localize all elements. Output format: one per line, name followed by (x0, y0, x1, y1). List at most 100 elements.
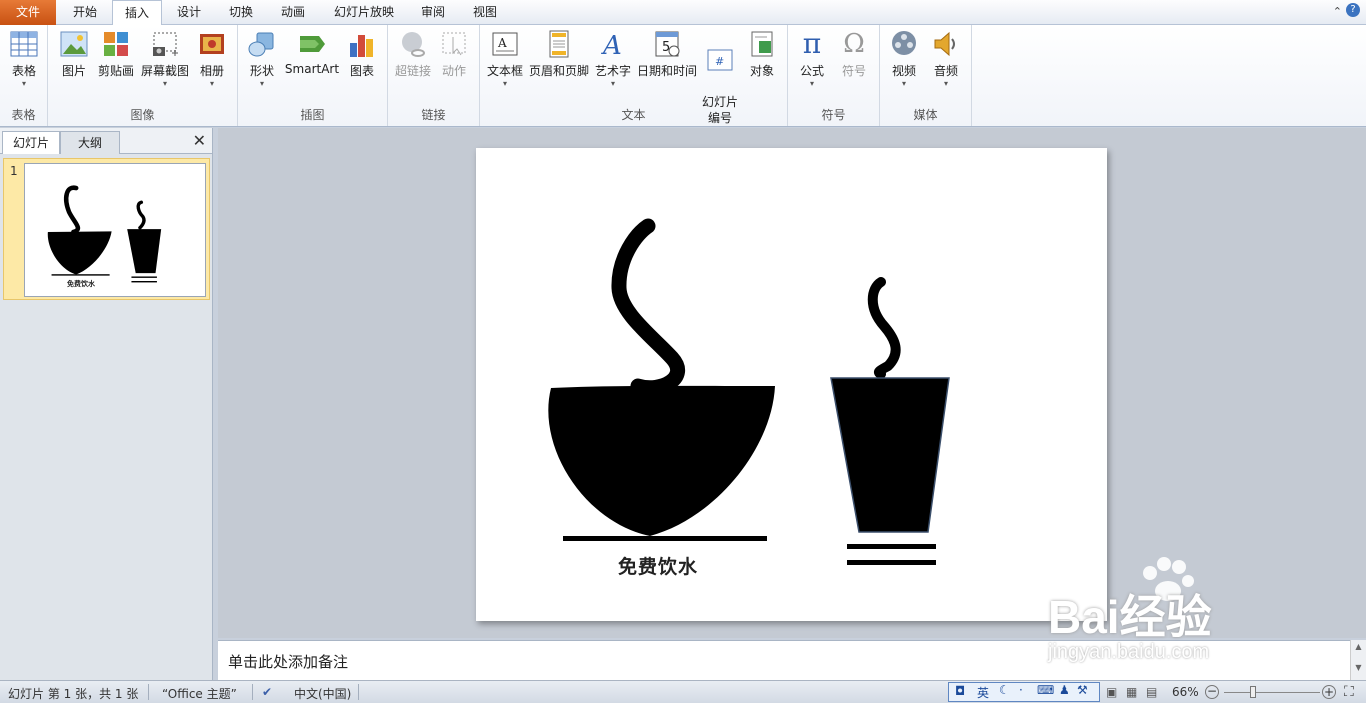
slide-thumbnail[interactable]: 免费饮水 (24, 163, 206, 297)
hyperlink-button[interactable]: 超链接 (392, 29, 434, 79)
slide-number: 1 (10, 164, 18, 178)
shapes-button[interactable]: 形状 ▾ (244, 29, 280, 89)
pi-icon: π (802, 27, 822, 60)
cup-base-line-2[interactable] (847, 560, 936, 565)
screenshot-button[interactable]: 屏幕截图 ▾ (140, 29, 190, 89)
tab-review[interactable]: 审阅 (408, 0, 458, 25)
tab-animations[interactable]: 动画 (268, 0, 318, 25)
tab-slideshow[interactable]: 幻灯片放映 (322, 0, 406, 25)
language-indicator[interactable]: 中文(中国) (294, 685, 351, 702)
hyperlink-icon (398, 29, 428, 59)
omega-icon: Ω (843, 29, 865, 59)
cup-base-line-1[interactable] (847, 544, 936, 549)
ribbon-insert: 表格▾ 表格 图片 剪贴画 屏幕截图▾ 相册▾ 图像 形状▾ Smart (0, 25, 1366, 127)
slide-sorter-icon[interactable]: ▦ (1126, 685, 1137, 699)
object-button[interactable]: 对象 (744, 29, 780, 79)
smartart-icon (297, 29, 327, 59)
zoom-slider-track[interactable] (1224, 692, 1320, 693)
panel-tabs: 幻灯片 大纲 ✕ (0, 128, 212, 154)
scroll-down-icon[interactable]: ▼ (1351, 663, 1366, 672)
shapes-icon (247, 29, 277, 59)
scroll-up-icon[interactable]: ▲ (1351, 642, 1366, 651)
slide-canvas[interactable]: 免费饮水 (476, 148, 1107, 621)
slides-panel: 幻灯片 大纲 ✕ 1 免费饮水 (0, 128, 213, 680)
zoom-out-button[interactable]: − (1205, 685, 1219, 699)
photo-album-icon (197, 29, 227, 59)
header-footer-button[interactable]: 页眉和页脚 (528, 29, 590, 79)
wrench-icon[interactable]: ⚒ (1077, 683, 1088, 697)
tab-file[interactable]: 文件 (0, 0, 56, 25)
table-button[interactable]: 表格 ▾ (6, 29, 42, 89)
smartart-button[interactable]: SmartArt (284, 29, 340, 76)
header-footer-icon (544, 29, 574, 59)
watermark-brand: Bai经验 (1048, 591, 1212, 643)
slide-caption[interactable]: 免费饮水 (618, 552, 698, 579)
ribbon-tab-bar: 文件 开始 插入 设计 切换 动画 幻灯片放映 审阅 视图 ⌃ ? (0, 0, 1366, 26)
audio-button[interactable]: 音频 ▾ (928, 29, 964, 89)
picture-button[interactable]: 图片 (56, 29, 92, 79)
chart-button[interactable]: 图表 (344, 29, 380, 79)
slide-info: 幻灯片 第 1 张，共 1 张 (8, 687, 139, 701)
bowl-base-line[interactable] (563, 536, 767, 541)
tab-design[interactable]: 设计 (164, 0, 214, 25)
slide-thumbnail-item[interactable]: 1 免费饮水 (3, 158, 210, 300)
action-button[interactable]: 动作 (436, 29, 472, 79)
ime-logo-icon[interactable]: ◘ (955, 684, 965, 698)
bowl-shape[interactable] (548, 385, 775, 536)
keyboard-icon[interactable]: ⌨ (1037, 683, 1054, 697)
tab-home[interactable]: 开始 (60, 0, 110, 25)
group-links: 超链接 动作 链接 (388, 25, 480, 126)
ime-mode[interactable]: 英 (977, 684, 989, 701)
picture-icon (59, 29, 89, 59)
minimize-ribbon-icon[interactable]: ⌃ (1333, 5, 1342, 18)
tab-insert[interactable]: 插入 (112, 0, 162, 26)
clipart-button[interactable]: 剪贴画 (96, 29, 136, 79)
status-separator (148, 684, 149, 700)
wordart-button[interactable]: A 艺术字 ▾ (592, 29, 634, 89)
symbol-button[interactable]: Ω 符号 (836, 29, 872, 79)
ime-toolbar[interactable]: ◘ 英 ☾ · ⌨ ♟ ⚒ (948, 682, 1100, 702)
action-icon (439, 29, 469, 59)
film-reel-icon (889, 29, 919, 59)
steam-bowl-graphic[interactable] (611, 218, 686, 396)
zoom-level[interactable]: 66% (1172, 685, 1199, 699)
equation-button[interactable]: π 公式 ▾ (794, 29, 830, 89)
moon-icon[interactable]: ☾ (999, 683, 1010, 697)
speaker-icon (931, 29, 961, 59)
tab-outline[interactable]: 大纲 (60, 131, 120, 154)
slide-graphics (548, 218, 950, 565)
object-icon (747, 29, 777, 59)
cup-shape[interactable] (830, 377, 950, 533)
screenshot-icon (150, 29, 180, 59)
zoom-in-button[interactable]: + (1322, 685, 1336, 699)
date-time-button[interactable]: 5 日期和时间 (636, 29, 698, 79)
steam-cup-graphic[interactable] (867, 277, 901, 379)
fit-to-window-icon[interactable]: ⛶ (1344, 684, 1354, 700)
punctuation-icon[interactable]: · (1019, 683, 1023, 697)
textbox-button[interactable]: A 文本框 ▾ (484, 29, 526, 89)
clipart-icon (101, 29, 131, 59)
theme-name[interactable]: “Office 主题” (162, 685, 237, 702)
video-button[interactable]: 视频 ▾ (886, 29, 922, 89)
help-icon[interactable]: ? (1346, 3, 1360, 17)
group-images: 图片 剪贴画 屏幕截图 ▾ 相册 ▾ 图像 (48, 25, 238, 126)
normal-view-icon[interactable]: ▣ (1106, 685, 1117, 699)
svg-text:#: # (715, 55, 724, 68)
close-panel-icon[interactable]: ✕ (193, 131, 206, 150)
thumbnail-caption: 免费饮水 (67, 280, 95, 288)
slide-number-icon: # (705, 45, 735, 75)
photo-album-button[interactable]: 相册 ▾ (194, 29, 230, 89)
tab-slides[interactable]: 幻灯片 (2, 131, 60, 154)
group-text: A 文本框 ▾ 页眉和页脚 A 艺术字 ▾ 5 日期和时间 # 幻灯片 编号 对象 … (480, 25, 788, 126)
wordart-icon: A (598, 29, 628, 61)
tab-transitions[interactable]: 切换 (216, 0, 266, 25)
spell-check-icon[interactable]: ✔ (262, 685, 272, 699)
svg-text:A: A (497, 36, 507, 50)
zoom-slider-thumb[interactable] (1250, 686, 1256, 698)
tab-view[interactable]: 视图 (460, 0, 510, 25)
notes-scrollbar[interactable]: ▲ ▼ (1350, 640, 1366, 680)
reading-view-icon[interactable]: ▤ (1146, 685, 1157, 699)
group-tables: 表格 ▾ 表格 (0, 25, 48, 126)
user-icon[interactable]: ♟ (1059, 683, 1070, 697)
chart-icon (347, 29, 377, 59)
